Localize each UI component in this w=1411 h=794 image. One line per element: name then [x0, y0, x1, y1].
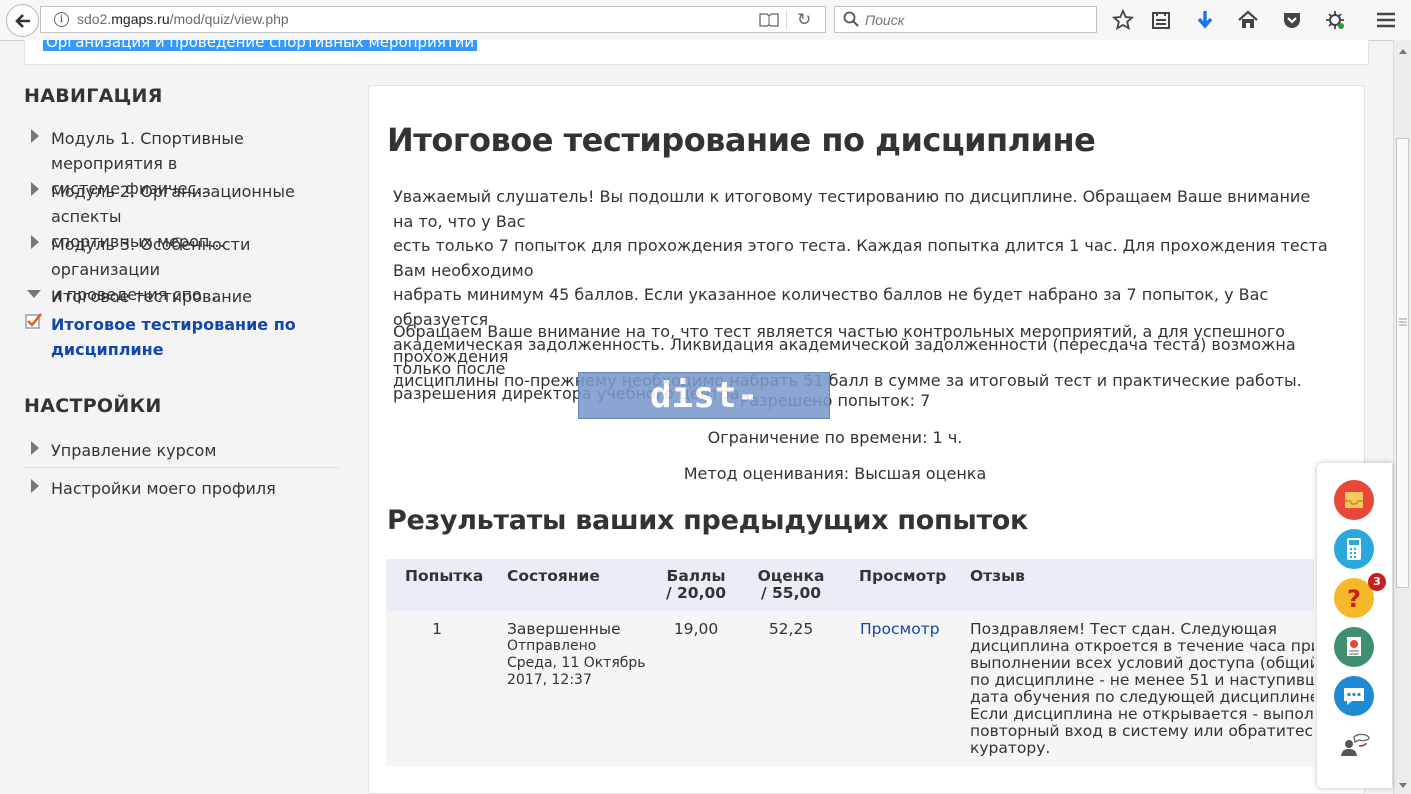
url-text: sdo2.mgaps.ru/mod/quiz/view.php — [77, 11, 289, 27]
svg-text:?: ? — [1347, 585, 1361, 613]
menu-icon[interactable] — [1375, 9, 1397, 31]
chat-button[interactable] — [1334, 676, 1374, 716]
consultant-icon — [1341, 733, 1370, 756]
scroll-thumb[interactable] — [1396, 138, 1409, 588]
floating-widget: ? 3 — [1317, 463, 1392, 788]
header-review: Просмотр — [859, 567, 947, 585]
help-button[interactable]: ? 3 — [1334, 573, 1386, 618]
search-icon — [843, 11, 859, 27]
back-arrow-icon — [15, 14, 30, 28]
url-divider — [786, 10, 787, 30]
bookmarks-list-icon[interactable] — [1150, 9, 1172, 31]
nav-item-final-testing[interactable]: Итоговое тестирование — [51, 284, 346, 309]
search-bar[interactable]: Поиск — [834, 6, 1097, 33]
settings-item-course-admin[interactable]: Управление курсом — [51, 438, 346, 463]
cell-grade: 52,25 — [768, 620, 814, 638]
search-placeholder: Поиск — [865, 12, 905, 28]
scroll-down-arrow-icon[interactable] — [1399, 783, 1407, 788]
cell-feedback: Поздравляем! Тест сдан. Следующая дисцип… — [970, 621, 1314, 757]
address-bar[interactable]: i sdo2.mgaps.ru/mod/quiz/view.php ↻ — [40, 6, 826, 33]
notification-badge: 3 — [1368, 573, 1386, 591]
table-row: 1 Завершенные Отправлено Среда, 11 Октяб… — [386, 611, 1314, 766]
bookmark-star-icon[interactable] — [1112, 9, 1134, 31]
expand-arrow-icon[interactable] — [31, 182, 39, 196]
reader-view-icon[interactable] — [759, 13, 779, 27]
pocket-icon[interactable] — [1281, 9, 1303, 31]
downloads-icon[interactable] — [1194, 9, 1216, 31]
expand-arrow-icon[interactable] — [31, 479, 39, 493]
consultant-button[interactable] — [1334, 725, 1374, 765]
mail-button[interactable] — [1334, 480, 1374, 520]
collapse-arrow-icon[interactable] — [27, 290, 41, 298]
cell-attempt: 1 — [432, 620, 442, 638]
expand-arrow-icon[interactable] — [31, 129, 39, 143]
table-header: Попытка Состояние Баллы/ 20,00 Оценка/ 5… — [386, 559, 1314, 611]
extension-icon[interactable] — [1324, 9, 1346, 31]
document-button[interactable] — [1334, 627, 1374, 667]
settings-title: НАСТРОЙКИ — [24, 395, 162, 417]
browser-toolbar: i sdo2.mgaps.ru/mod/quiz/view.php ↻ Поис… — [0, 0, 1411, 41]
page-title: Итоговое тестирование по дисциплине — [387, 121, 1096, 159]
chat-icon — [1344, 688, 1364, 705]
cell-marks: 19,00 — [673, 620, 719, 638]
settings-item-profile[interactable]: Настройки моего профиля — [51, 476, 346, 501]
header-marks: Баллы/ 20,00 — [665, 567, 727, 602]
review-link[interactable]: Просмотр — [860, 621, 940, 638]
nav-item-final-test-active[interactable]: Итоговое тестирование по дисциплине — [51, 312, 346, 362]
header-feedback: Отзыв — [970, 567, 1025, 585]
grip-icon — [1399, 318, 1407, 326]
watermark: dist-kurs.ru — [578, 372, 830, 419]
expand-arrow-icon[interactable] — [31, 235, 39, 249]
note-paragraph: Обращаем Ваше внимание на то, что тест я… — [393, 322, 1302, 391]
navigation-title: НАВИГАЦИЯ — [24, 85, 163, 107]
info-icon[interactable]: i — [54, 12, 69, 27]
calculator-button[interactable] — [1334, 529, 1374, 569]
time-limit: Ограничение по времени: 1 ч. — [707, 428, 963, 447]
course-header: Организация и проведение спортивных меро… — [24, 40, 1369, 65]
expand-arrow-icon[interactable] — [31, 441, 39, 455]
course-title[interactable]: Организация и проведение спортивных меро… — [43, 40, 478, 51]
header-grade: Оценка/ 55,00 — [757, 567, 825, 602]
header-attempt: Попытка — [405, 567, 484, 585]
results-title: Результаты ваших предыдущих попыток — [387, 505, 1029, 536]
document-icon — [1347, 637, 1361, 656]
cell-state: Завершенные Отправлено Среда, 11 Октябрь… — [507, 620, 646, 689]
header-state: Состояние — [507, 567, 600, 585]
results-table: Попытка Состояние Баллы/ 20,00 Оценка/ 5… — [386, 559, 1314, 766]
divider — [24, 467, 339, 468]
back-button[interactable] — [6, 4, 39, 37]
page-scrollbar[interactable] — [1393, 40, 1411, 794]
reload-icon[interactable]: ↻ — [797, 10, 811, 30]
scroll-up-arrow-icon[interactable] — [1399, 49, 1407, 54]
calculator-icon — [1347, 538, 1361, 560]
grading-method: Метод оценивания: Высшая оценка — [683, 464, 987, 483]
home-icon[interactable] — [1237, 9, 1259, 31]
quiz-checkmark-icon — [25, 313, 43, 329]
mail-icon — [1345, 492, 1363, 508]
